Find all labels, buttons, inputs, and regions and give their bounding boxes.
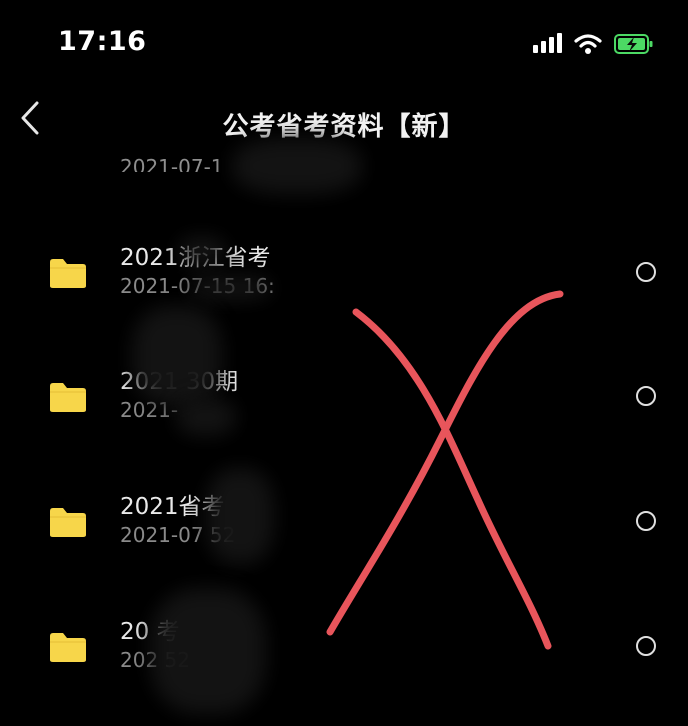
file-date: 2021-07-15 16: xyxy=(120,274,275,298)
partial-row-date: 2021-07-1 xyxy=(120,155,224,172)
select-radio[interactable] xyxy=(636,386,656,406)
list-item-folder[interactable]: 2021 30期 2021- xyxy=(0,358,688,468)
select-radio[interactable] xyxy=(636,636,656,656)
file-name: 2021浙江省考 xyxy=(120,245,271,271)
battery-charging-icon xyxy=(614,34,653,54)
nav-bar: 公考省考资料【新】 xyxy=(0,92,688,156)
list-item-folder[interactable]: 2021省考 2021-07 52 xyxy=(0,483,688,593)
wifi-icon xyxy=(574,34,602,54)
select-radio[interactable] xyxy=(636,262,656,282)
status-time: 17:16 xyxy=(58,26,147,57)
file-name: 2021省考 xyxy=(120,494,225,520)
page-title: 公考省考资料【新】 xyxy=(222,112,466,142)
list-item-folder[interactable]: 2021浙江省考 2021-07-15 16: xyxy=(0,234,688,344)
select-radio[interactable] xyxy=(636,511,656,531)
file-date: 2021-07 52 xyxy=(120,523,236,547)
status-bar: 17:16 xyxy=(0,0,688,88)
file-name: 2021 30期 xyxy=(120,369,239,395)
file-name: 20 考 xyxy=(120,619,180,645)
list-item-folder[interactable]: 20 考 202 52 xyxy=(0,608,688,718)
folder-icon xyxy=(50,633,86,662)
folder-icon xyxy=(50,508,86,537)
signal-icon xyxy=(533,33,562,53)
folder-icon xyxy=(50,383,86,412)
status-icons xyxy=(532,30,654,58)
folder-icon xyxy=(50,259,86,288)
file-date: 202 52 xyxy=(120,648,190,672)
file-date: 2021- xyxy=(120,398,179,422)
